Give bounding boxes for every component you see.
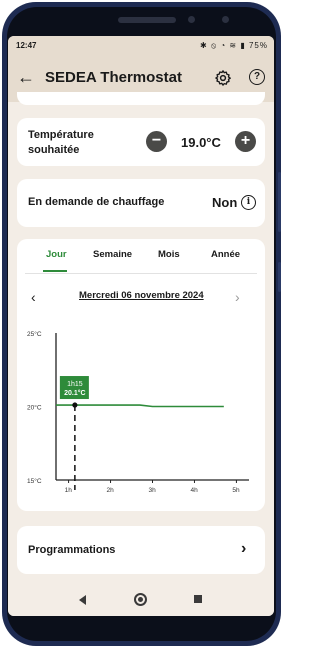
heating-demand-label: En demande de chauffage [28,196,165,208]
y-tick-label: 25°C [27,330,42,338]
sensor [222,16,229,23]
previous-day-chevron-icon[interactable]: ‹ [31,289,36,305]
nav-home-icon[interactable] [134,593,147,606]
tab-mois[interactable]: Mois [158,249,180,260]
nav-back-icon[interactable] [79,595,86,605]
programmations-card[interactable]: Programmations › [17,526,265,574]
previous-card-peek [17,92,265,105]
increase-temperature-button[interactable]: + [235,131,256,152]
selected-date[interactable]: Mercredi 06 novembre 2024 [79,290,204,301]
tooltip-time: 1h15 [67,381,83,388]
tooltip-value: 20.1°C [64,389,85,397]
help-icon[interactable]: ? [249,69,265,85]
tab-semaine[interactable]: Semaine [93,249,132,260]
power-button [278,262,281,292]
programmations-label: Programmations [28,544,116,556]
info-icon[interactable]: i [241,195,256,210]
status-icons: ✱ ⦸ ◔ ≋ ▮ 75% [200,41,268,50]
nav-recents-icon[interactable] [194,595,202,603]
hover-point [72,402,78,408]
y-tick-label: 20°C [27,404,42,412]
tab-annee[interactable]: Année [211,249,240,260]
x-tick-label: 3h [149,487,157,494]
next-day-chevron-icon[interactable]: › [235,289,240,305]
y-tick-label: 15°C [27,477,42,485]
status-bar: 12:47 ✱ ⦸ ◔ ≋ ▮ 75% [8,36,274,56]
temperature-value: 19.0°C [181,135,221,150]
earpiece-speaker [118,17,176,23]
tabs-divider [25,273,257,274]
heating-demand-card: En demande de chauffage Non i [17,179,265,227]
x-tick-label: 1h [65,487,73,494]
back-arrow-icon[interactable]: ← [17,68,35,86]
x-tick-label: 4h [190,487,198,494]
temperature-chart: 25°C 20°C 15°C 1h 2h 3h 4h 5h 1h1520.1°C [27,330,249,494]
x-tick-label: 2h [107,487,115,494]
tab-jour[interactable]: Jour [46,249,67,260]
temperature-label: Température souhaitée [28,129,94,156]
app-screen: 12:47 ✱ ⦸ ◔ ≋ ▮ 75% ← SEDEA Thermostat ?… [8,36,274,616]
active-tab-indicator [43,270,67,272]
chevron-right-icon: › [241,540,247,557]
status-time: 12:47 [16,41,37,50]
temperature-series-line [56,404,224,408]
history-card: Jour Semaine Mois Année ‹ Mercredi 06 no… [17,239,265,511]
temperature-card: Température souhaitée − 19.0°C + [17,118,265,166]
android-nav-bar [8,586,274,616]
x-tick-label: 5h [232,487,240,494]
decrease-temperature-button[interactable]: − [146,131,167,152]
volume-button [278,172,281,232]
heating-demand-value: Non [212,195,238,210]
front-camera [188,16,195,23]
app-title: SEDEA Thermostat [45,69,182,86]
settings-gear-icon[interactable] [214,69,232,87]
